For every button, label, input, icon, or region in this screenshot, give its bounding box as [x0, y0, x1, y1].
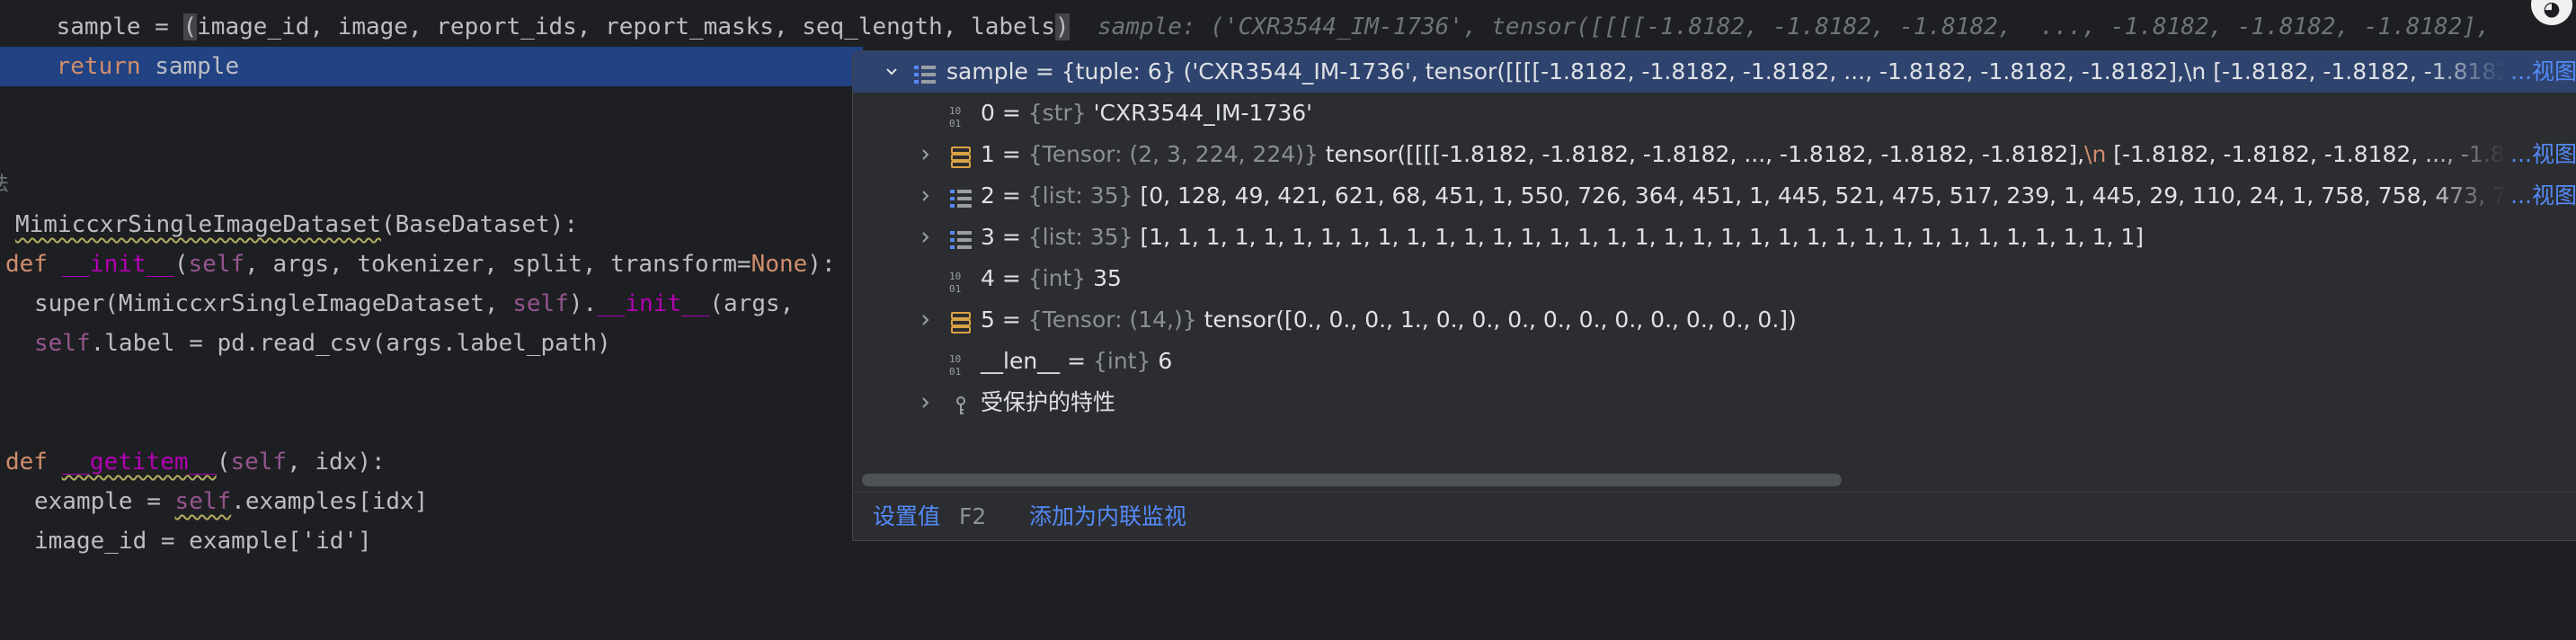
- tree-row-item-3[interactable]: 3 = {list: 35} [1, 1, 1, 1, 1, 1, 1, 1, …: [853, 217, 2576, 258]
- key-icon: [948, 390, 973, 415]
- view-more-link[interactable]: ...视图: [2505, 175, 2576, 217]
- svg-text:10: 10: [949, 105, 961, 117]
- code-line-return-current: return sample: [0, 47, 863, 86]
- primitive-icon: 10 01: [948, 101, 973, 129]
- set-value-shortcut: F2: [959, 503, 987, 529]
- variable-value: ('CXR3544_IM-1736', tensor([[[[-1.8182, …: [1183, 58, 2184, 84]
- svg-text:01: 01: [949, 366, 961, 377]
- tree-row-protected-attributes[interactable]: 受保护的特性: [853, 382, 2576, 423]
- primitive-icon: 10 01: [948, 266, 973, 295]
- primitive-icon: 10 01: [948, 349, 973, 378]
- svg-text:01: 01: [949, 118, 961, 129]
- inline-value-hint: sample: ('CXR3544_IM-1736', tensor([[[[-…: [1069, 13, 2491, 40]
- popup-footer: 设置值 F2 添加为内联监视: [853, 492, 2576, 540]
- chevron-right-icon[interactable]: [916, 217, 936, 258]
- list-icon: [948, 225, 973, 250]
- view-more-link[interactable]: ...视图: [2505, 134, 2576, 175]
- tree-row-item-4[interactable]: 10 01 4 = {int} 35: [853, 258, 2576, 299]
- set-value-button[interactable]: 设置值: [873, 493, 940, 540]
- list-icon: [948, 183, 973, 209]
- chevron-right-icon[interactable]: [916, 134, 936, 175]
- variable-type: {tuple: 6}: [1061, 58, 1177, 84]
- tensor-icon: [948, 307, 973, 333]
- tree-row-sample[interactable]: sample = {tuple: 6} ('CXR3544_IM-1736', …: [853, 51, 2576, 93]
- chevron-down-icon[interactable]: [882, 51, 902, 93]
- chevron-right-icon[interactable]: [916, 299, 936, 341]
- svg-text:01: 01: [949, 283, 961, 294]
- svg-text:10: 10: [949, 353, 961, 365]
- tensor-icon: [948, 142, 973, 168]
- view-more-link[interactable]: ...视图: [2505, 51, 2576, 93]
- svg-text:10: 10: [949, 271, 961, 282]
- list-icon: [912, 59, 937, 84]
- chevron-right-icon[interactable]: [916, 382, 936, 423]
- tree-row-len[interactable]: 10 01 __len__ = {int} 6: [853, 341, 2576, 382]
- chevron-right-icon[interactable]: [916, 175, 936, 217]
- add-inline-watch-button[interactable]: 添加为内联监视: [1029, 493, 1186, 540]
- tree-row-item-1[interactable]: 1 = {Tensor: (2, 3, 224, 224)} tensor([[…: [853, 134, 2576, 175]
- debugger-value-popup[interactable]: sample = {tuple: 6} ('CXR3544_IM-1736', …: [852, 50, 2576, 541]
- horizontal-scrollbar[interactable]: [862, 474, 1842, 486]
- code-line-sample-assign: sample = (image_id, image, report_ids, r…: [0, 13, 2491, 40]
- tree-row-item-0[interactable]: 10 01 0 = {str} 'CXR3544_IM-1736': [853, 93, 2576, 134]
- tree-row-item-2[interactable]: 2 = {list: 35} [0, 128, 49, 421, 621, 68…: [853, 175, 2576, 217]
- tree-row-item-5[interactable]: 5 = {Tensor: (14,)} tensor([0., 0., 0., …: [853, 299, 2576, 341]
- variable-name: sample: [946, 58, 1028, 84]
